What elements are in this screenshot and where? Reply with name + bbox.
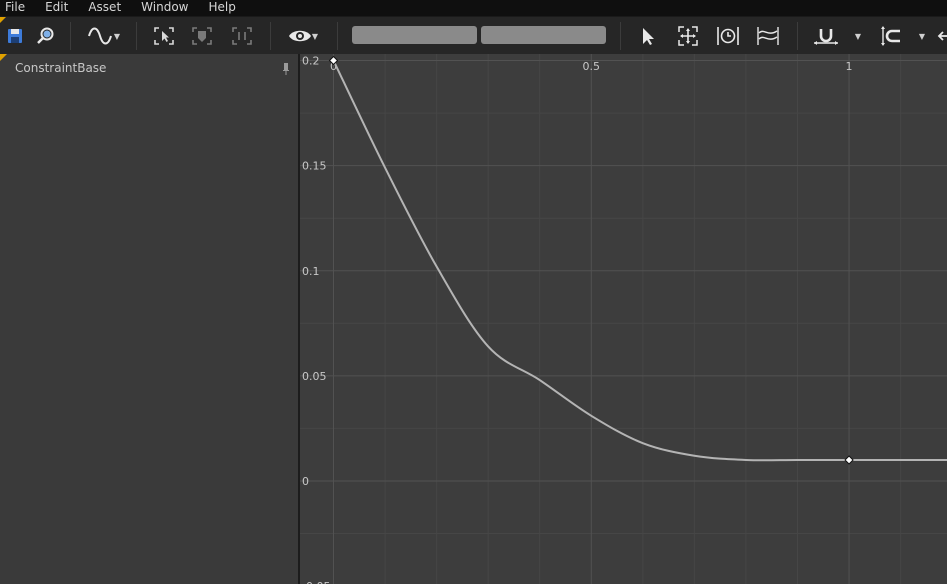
- value-input-b[interactable]: [481, 26, 606, 44]
- snap-value-button[interactable]: [876, 17, 906, 55]
- y-tick-label: -0.05: [302, 580, 330, 584]
- menu-file[interactable]: File: [5, 0, 25, 16]
- snap-time-dropdown[interactable]: ▼: [850, 17, 866, 55]
- toolbar-separator: [270, 22, 271, 50]
- tangent-wave-icon: [757, 27, 779, 45]
- accent-corner: [0, 54, 7, 61]
- retime-icon: [717, 27, 739, 45]
- more-tools-button[interactable]: [936, 17, 947, 55]
- tangent-tool-button[interactable]: [756, 17, 780, 55]
- snap-time-button[interactable]: [812, 17, 840, 55]
- snap-value-icon: [881, 26, 900, 46]
- arrow-left-icon: [937, 31, 947, 41]
- toolbar-separator: [337, 22, 338, 50]
- curve-display-icon: [87, 27, 112, 45]
- chevron-down-icon: ▼: [113, 31, 121, 41]
- curve-list-panel: [0, 54, 298, 584]
- save-button[interactable]: [5, 17, 25, 55]
- frame-vertical-icon: [232, 27, 252, 45]
- y-tick-label: 0.15: [302, 160, 327, 173]
- chevron-down-icon: ▼: [854, 31, 862, 41]
- x-tick-label: 0.5: [583, 60, 601, 73]
- accent-corner: [0, 17, 6, 23]
- y-tick-label: 0: [302, 475, 309, 488]
- toolbar-separator: [136, 22, 137, 50]
- y-tick-label: 0.2: [302, 55, 320, 68]
- y-tick-label: 0.1: [302, 265, 320, 278]
- chevron-down-icon: ▼: [918, 31, 926, 41]
- browse-asset-button[interactable]: [35, 17, 57, 55]
- browse-asset-icon: [37, 27, 54, 44]
- graph-background: [300, 54, 947, 584]
- menu-window[interactable]: Window: [141, 0, 188, 16]
- select-tool-button[interactable]: [636, 17, 660, 55]
- y-tick-label: 0.05: [302, 370, 327, 383]
- select-cursor-icon: [643, 28, 654, 45]
- menu-asset[interactable]: Asset: [88, 0, 121, 16]
- toolbar: ▼ ▼ ▼ ▼: [0, 16, 947, 54]
- transform-move-icon: [678, 26, 698, 46]
- pin-icon: [283, 63, 289, 75]
- curve-name-label[interactable]: ConstraintBase: [15, 61, 106, 75]
- chevron-down-icon: ▼: [311, 31, 319, 41]
- toolbar-separator: [620, 22, 621, 50]
- x-tick-label: 1: [846, 60, 853, 73]
- transform-tool-button[interactable]: [676, 17, 700, 55]
- frame-horizontal-button[interactable]: [190, 17, 214, 55]
- visibility-eye-icon: [288, 30, 311, 42]
- toolbar-separator: [70, 22, 71, 50]
- snap-magnet-icon: [814, 29, 838, 45]
- save-icon: [8, 29, 22, 43]
- value-input-a[interactable]: [352, 26, 477, 44]
- snap-value-dropdown[interactable]: ▼: [914, 17, 930, 55]
- curve-graph[interactable]: 00.51 0.20.150.10.050-0.05: [300, 54, 947, 584]
- frame-selection-button[interactable]: [152, 17, 176, 55]
- menu-bar: File Edit Asset Window Help: [0, 0, 947, 16]
- pin-button[interactable]: [282, 61, 290, 80]
- curve-display-dropdown[interactable]: ▼: [85, 17, 123, 55]
- toolbar-separator: [797, 22, 798, 50]
- retime-tool-button[interactable]: [716, 17, 740, 55]
- menu-edit[interactable]: Edit: [45, 0, 68, 16]
- frame-selection-icon: [154, 27, 174, 45]
- menu-help[interactable]: Help: [208, 0, 235, 16]
- frame-horizontal-icon: [192, 27, 212, 45]
- visibility-dropdown[interactable]: ▼: [284, 17, 322, 55]
- frame-vertical-button[interactable]: [230, 17, 254, 55]
